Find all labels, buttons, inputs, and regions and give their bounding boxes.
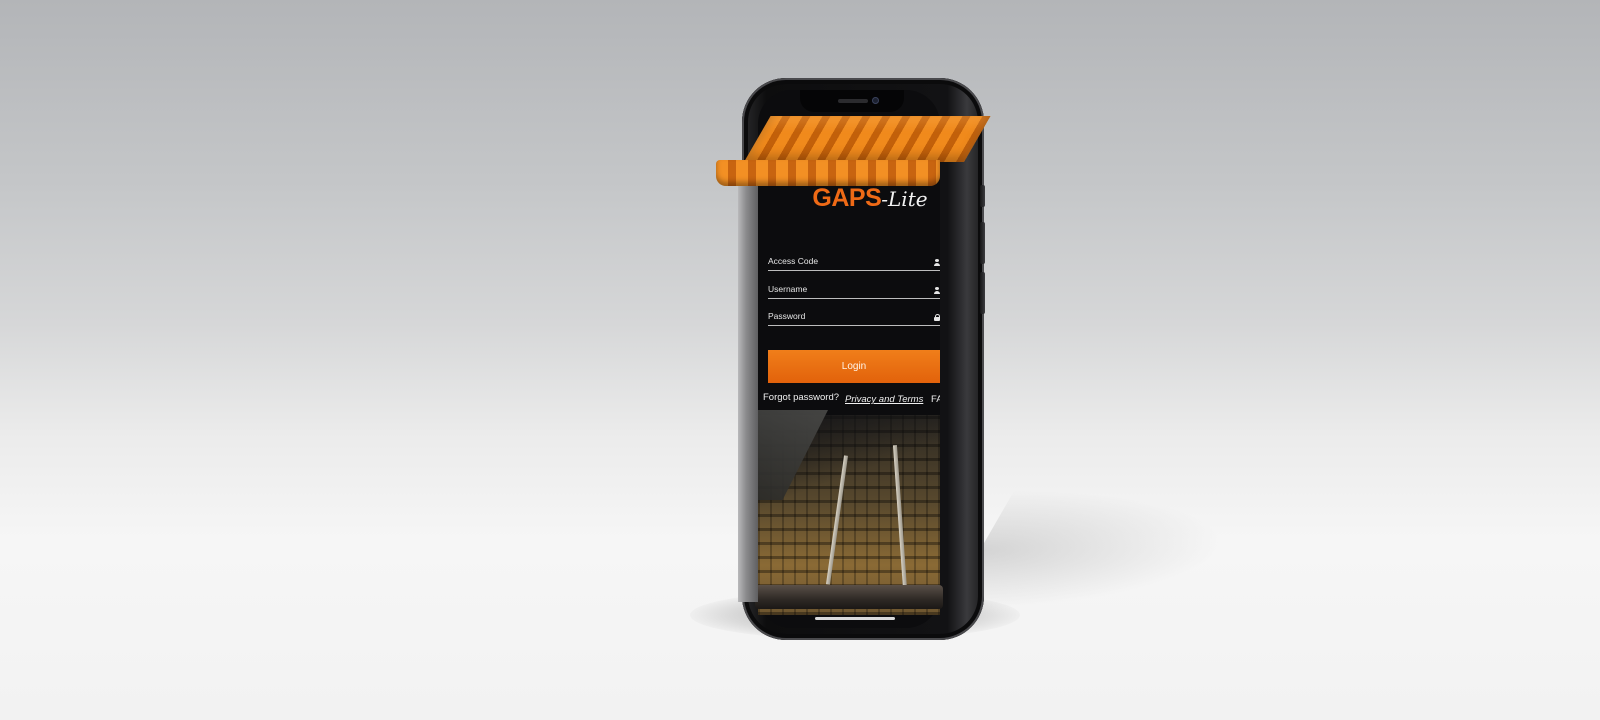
login-button[interactable]: Login bbox=[768, 350, 940, 383]
phone-mute-switch bbox=[980, 185, 985, 207]
access-code-field[interactable]: Access Code bbox=[768, 250, 940, 271]
scene-background: GAPS-Lite Access Code Username Password … bbox=[0, 0, 1600, 720]
front-camera-icon bbox=[872, 97, 879, 104]
phone-cast-shadow bbox=[945, 490, 1255, 610]
speaker-grille bbox=[838, 99, 868, 103]
privacy-terms-link[interactable]: Privacy and Terms bbox=[845, 394, 923, 405]
password-placeholder: Password bbox=[768, 311, 806, 321]
awning-roof bbox=[744, 116, 991, 162]
home-indicator[interactable] bbox=[815, 617, 895, 620]
awning-front bbox=[716, 160, 940, 186]
logo-subtitle: -Lite bbox=[881, 187, 928, 211]
phone-volume-up-button bbox=[980, 222, 985, 264]
username-field[interactable]: Username bbox=[768, 278, 940, 299]
username-placeholder: Username bbox=[768, 284, 808, 294]
logo-wordmark: GAPS bbox=[812, 184, 882, 212]
faq-link[interactable]: FA bbox=[931, 394, 940, 405]
footer-links: Forgot password? Privacy and Terms FA bbox=[763, 392, 940, 408]
stone-ledge bbox=[755, 585, 943, 609]
access-code-placeholder: Access Code bbox=[768, 256, 819, 266]
lock-icon bbox=[934, 314, 940, 321]
glass-panel bbox=[738, 182, 758, 602]
phone-volume-down-button bbox=[980, 272, 985, 314]
forgot-password-link[interactable]: Forgot password? bbox=[763, 392, 839, 403]
user-icon bbox=[934, 259, 940, 266]
app-logo: GAPS-Lite bbox=[800, 184, 940, 218]
password-field[interactable]: Password bbox=[768, 305, 940, 326]
user-icon bbox=[934, 287, 940, 294]
